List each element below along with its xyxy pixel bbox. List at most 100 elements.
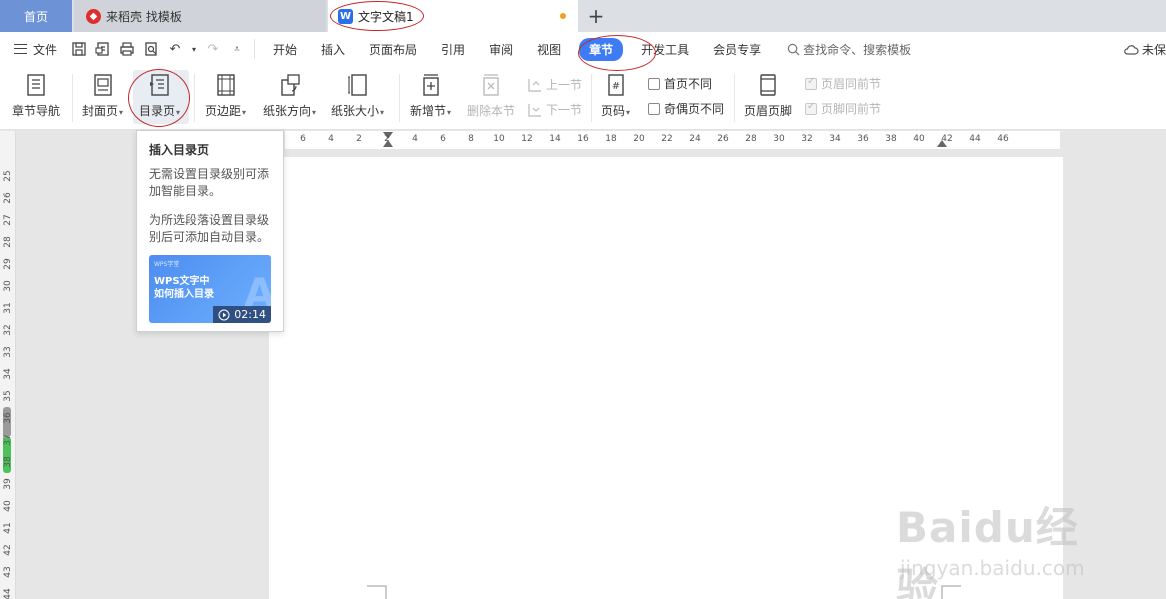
tab-developer[interactable]: 开发工具	[629, 41, 701, 58]
cloud-status-label: 未保	[1141, 43, 1166, 57]
command-search[interactable]: 查找命令、搜索模板	[787, 41, 911, 58]
paper-size-icon	[347, 74, 367, 96]
delete-section-button[interactable]: 删除本节	[467, 72, 515, 119]
page-number-icon: #	[607, 74, 624, 96]
watermark-main: Baidu经验	[896, 503, 1079, 599]
wps-writer-icon: W	[338, 8, 353, 24]
ruler-tick-label: 26	[717, 134, 729, 144]
tab-insert[interactable]: 插入	[309, 41, 357, 58]
new-section-label: 新增节	[410, 102, 451, 119]
delete-section-label: 删除本节	[467, 104, 516, 118]
ruler-tick-label: 44	[969, 134, 981, 144]
footer-same-as-previous-label: 页脚同前节	[821, 102, 882, 116]
ruler-tick-label: 4	[412, 134, 418, 144]
ruler-tick-label: 18	[605, 134, 617, 144]
tab-member[interactable]: 会员专享	[701, 41, 773, 58]
first-page-different-checkbox[interactable]: 首页不同	[648, 75, 712, 92]
vertical-ruler-tick-label: 43	[3, 566, 13, 578]
play-icon	[218, 309, 230, 320]
margin-button[interactable]: 页边距	[205, 72, 246, 119]
horizontal-ruler[interactable]: 6 4 2 2 4 6 8 10 12 14 16 18 20 22 24 26 28 30 32 34 36 38 40 4…	[285, 131, 1060, 149]
vertical-ruler-tick-label: 35	[3, 390, 13, 402]
section-nav-button[interactable]: 章节导航	[12, 72, 60, 119]
prev-section-label: 上一节	[546, 78, 583, 92]
svg-text:#: #	[611, 81, 619, 92]
footer-same-as-previous-checkbox[interactable]: 页脚同前节	[805, 100, 881, 117]
tutorial-video-thumbnail[interactable]: WPS学堂 A WPS文字中 如何插入目录 02:14	[149, 255, 271, 323]
section-nav-icon	[27, 74, 45, 96]
toc-tooltip: 插入目录页 无需设置目录级别可添加智能目录。 为所选段落设置目录级别后可添加自动…	[136, 130, 284, 332]
ruler-tick-label: 28	[745, 134, 757, 144]
orientation-button[interactable]: 纸张方向	[263, 72, 316, 119]
tab-home-label: 首页	[23, 9, 48, 24]
vertical-ruler-tick-label: 40	[3, 500, 13, 512]
ruler-tick-label: 6	[440, 134, 446, 144]
next-section-button[interactable]: 下一节	[527, 101, 582, 118]
customize-toolbar-icon[interactable]: ⩡	[228, 40, 246, 58]
export-pdf-icon[interactable]	[94, 40, 112, 58]
tooltip-description-2: 为所选段落设置目录级别后可添加自动目录。	[149, 213, 270, 244]
ruler-tick-label: 6	[300, 134, 306, 144]
file-menu[interactable]: 文件	[0, 41, 70, 58]
ruler-tick-label: 32	[801, 134, 813, 144]
tab-view[interactable]: 视图	[525, 41, 573, 58]
video-duration-label: 02:14	[234, 308, 266, 321]
ruler-tick-label: 22	[661, 134, 673, 144]
redo-icon[interactable]: ↷	[204, 40, 222, 58]
ruler-tick-label: 30	[773, 134, 785, 144]
tooltip-title: 插入目录页	[149, 143, 210, 157]
odd-even-different-checkbox[interactable]: 奇偶页不同	[648, 100, 724, 117]
ribbon-separator	[591, 74, 592, 122]
tab-page-layout[interactable]: 页面布局	[357, 41, 429, 58]
undo-icon[interactable]: ↶	[166, 40, 184, 58]
file-menu-label: 文件	[33, 42, 58, 57]
margin-corner-mark	[367, 585, 387, 599]
header-footer-button[interactable]: 页眉页脚	[744, 72, 792, 119]
ruler-tick-label: 42	[941, 134, 953, 144]
ruler-tick-label: 20	[633, 134, 645, 144]
vertical-ruler-tick-label: 42	[3, 544, 13, 556]
video-title: WPS文字中 如何插入目录	[154, 276, 214, 300]
undo-dropdown-icon[interactable]: ▾	[190, 40, 198, 58]
tab-start[interactable]: 开始	[261, 41, 309, 58]
vertical-ruler-tick-label: 31	[3, 302, 13, 314]
next-section-icon	[528, 103, 541, 117]
vertical-ruler-tick-label: 39	[3, 478, 13, 490]
cover-page-button[interactable]: 封面页	[82, 72, 123, 119]
vertical-ruler-tick-label: 30	[3, 280, 13, 292]
paper-size-button[interactable]: 纸张大小	[331, 72, 384, 119]
vertical-ruler-tick-label: 34	[3, 368, 13, 380]
new-section-button[interactable]: 新增节	[410, 72, 451, 119]
tab-document-label: 文字文稿1	[358, 9, 414, 24]
header-same-as-previous-checkbox[interactable]: 页眉同前节	[805, 75, 881, 92]
new-section-icon	[422, 74, 439, 96]
prev-section-icon	[528, 78, 541, 92]
cloud-status[interactable]: 未保	[1123, 41, 1166, 58]
print-icon[interactable]	[118, 40, 136, 58]
page-number-button[interactable]: # 页码	[601, 72, 630, 119]
ruler-tick-label: 2	[356, 134, 362, 144]
ruler-tick-label: 34	[829, 134, 841, 144]
odd-even-different-label: 奇偶页不同	[664, 102, 725, 116]
video-duration: 02:14	[213, 306, 271, 323]
tab-home[interactable]: 首页	[0, 0, 72, 32]
tab-review[interactable]: 审阅	[477, 41, 525, 58]
vertical-ruler-tick-label: 41	[3, 522, 13, 534]
print-preview-icon[interactable]	[142, 40, 160, 58]
toc-page-button[interactable]: 目录页	[139, 72, 180, 119]
tab-document[interactable]: W 文字文稿1	[328, 0, 578, 32]
save-icon[interactable]	[70, 40, 88, 58]
prev-section-button[interactable]: 上一节	[527, 76, 582, 93]
tab-daoke[interactable]: ◆ 来稻壳 找模板	[74, 0, 326, 32]
page-number-label: 页码	[601, 102, 630, 119]
tab-section[interactable]: 章节	[579, 37, 624, 61]
tab-references[interactable]: 引用	[429, 41, 477, 58]
vertical-ruler-tick-label: 25	[3, 170, 13, 182]
new-tab-button[interactable]: +	[584, 0, 608, 32]
ribbon-separator	[399, 74, 400, 122]
ruler-tick-label: 38	[885, 134, 897, 144]
ruler-tick-label: 8	[468, 134, 474, 144]
vertical-ruler-tick-label: 38	[3, 456, 13, 468]
vertical-ruler[interactable]: 25 26 27 28 29 30 31 32 33 34 35 36 37 38 39 40 41 42 43 44…	[0, 131, 16, 599]
quick-access-toolbar: ↶ ▾ ↷ ⩡	[70, 39, 255, 59]
